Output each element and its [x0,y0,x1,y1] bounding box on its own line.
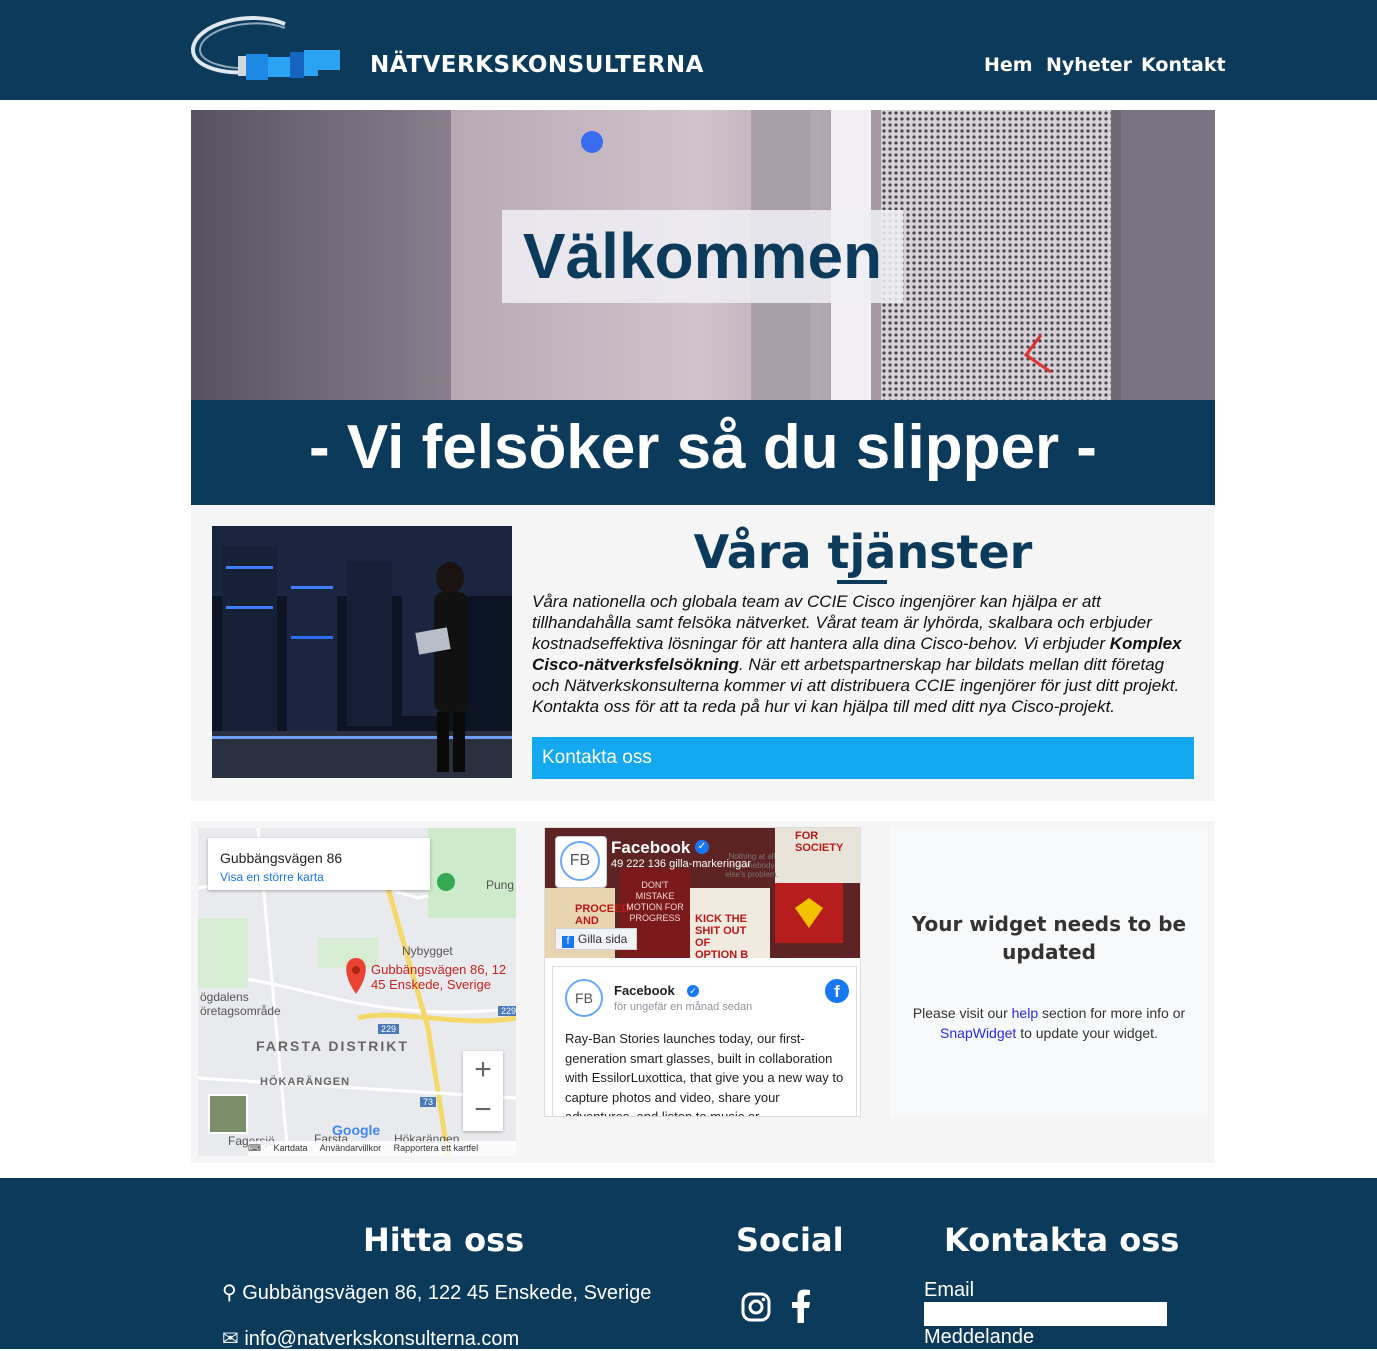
fb-post-author[interactable]: Facebook [614,983,675,998]
poster-text: PROCEED AND [575,903,630,927]
email-label: Email [924,1279,975,1301]
facebook-icon[interactable] [790,1289,812,1323]
site-footer: Hitta oss ⚲ Gubbängsvägen 86, 122 45 Ens… [0,1178,1377,1351]
services-title: Våra tjänster [693,525,1033,579]
contact-heading: Kontakta oss [944,1221,1180,1259]
snapwidget-link[interactable]: SnapWidget [940,1025,1016,1041]
fb-like-page-button[interactable]: f Gilla sida [555,928,637,950]
widget-text-part: Please visit our [912,1005,1012,1021]
verified-icon: ✓ [687,985,699,997]
fb-cover-image: PROCEED AND DON'T MISTAKE MOTION FOR PRO… [545,828,860,958]
instagram-icon[interactable] [740,1291,772,1323]
fb-like-label: Gilla sida [578,932,628,946]
contact-us-button[interactable]: Kontakta oss [532,737,1194,779]
poster-text: FOR SOCIETY [795,830,844,854]
footer-address: ⚲ Gubbängsvägen 86, 122 45 Enskede, Sver… [222,1280,651,1305]
services-description: Våra nationella och globala team av CCIE… [532,591,1196,717]
nav-news[interactable]: Nyheter [1046,54,1132,76]
widget-text-part: section for more info or [1038,1005,1186,1021]
map-label: HÖKARÄNGEN [260,1076,351,1088]
map-label: FARSTA DISTRIKT [256,1038,409,1054]
address-text: Gubbängsvägen 86, 122 45 Enskede, Sverig… [242,1282,652,1304]
datacenter-woman-photo [212,526,512,778]
fb-post-time[interactable]: för ungefär en månad sedan [614,1001,752,1013]
nav-home[interactable]: Hem [984,54,1033,76]
map-label: ögdalens [200,990,249,1004]
tagline-banner: - Vi felsöker så du slipper - [191,400,1215,505]
poster-text: KICK THE SHIT OUT OF OPTION B [695,913,749,958]
facebook-icon[interactable]: f [825,979,849,1003]
report-error-link[interactable]: Rapportera ett kartfel [394,1143,479,1153]
fb-post: FB Facebook ✓ för ungefär en månad sedan… [552,966,857,1117]
map-zoom-controls: + − [463,1051,503,1131]
facebook-icon: f [562,936,574,948]
zoom-in-button[interactable]: + [463,1051,503,1091]
map-label: Pung [486,878,515,892]
facebook-page-plugin: PROCEED AND DON'T MISTAKE MOTION FOR PRO… [544,827,861,1117]
map-attribution: ⌨ Kartdata Användarvillkor Rapportera et… [248,1141,516,1156]
road-number: 229 [498,1006,516,1016]
widget-update-text: Please visit our help section for more i… [898,1003,1200,1043]
fb-avatar[interactable]: FB [555,836,607,888]
zoom-out-button[interactable]: − [463,1091,503,1131]
help-link[interactable]: help [1012,1005,1038,1021]
road-number: 73 [420,1097,437,1107]
hero-title: Välkommen [502,210,903,303]
widget-update-title: Your widget needs to be updated [911,912,1187,964]
fb-avatar-text: FB [560,841,600,881]
social-heading: Social [736,1221,844,1259]
terms-link[interactable]: Användarvillkor [320,1143,382,1153]
map-label: öretagsområde [200,1004,281,1018]
brand-name[interactable]: NÄTVERKSKONSULTERNA [370,52,704,78]
keyboard-icon[interactable]: ⌨ [248,1143,261,1153]
nav-contact[interactable]: Kontakt [1141,54,1226,76]
widget-text-part: to update your widget. [1016,1025,1158,1041]
poster-text: DON'T MISTAKE MOTION FOR PROGRESS [626,880,684,923]
map-data-link[interactable]: Kartdata [274,1143,308,1153]
snapwidget-notice: Your widget needs to be updated Please v… [890,827,1208,1117]
fb-post-avatar[interactable]: FB [565,979,603,1017]
map-pin-label: 45 Enskede, Sverige [371,977,491,992]
map-place-name: Gubbängsvägen 86 [220,850,343,866]
top-navbar: NÄTVERKSKONSULTERNA Hem Nyheter Kontakt [0,0,1377,100]
email-input[interactable] [924,1302,1167,1326]
fb-post-text: Ray-Ban Stories launches today, our firs… [565,1031,844,1117]
envelope-icon: ✉ [222,1328,239,1350]
network-cable-logo[interactable] [190,14,342,84]
location-pin-icon: ⚲ [222,1282,237,1304]
road-number: 229 [378,1024,400,1034]
title-underline [837,580,887,584]
footer-email[interactable]: ✉ info@natverkskonsulterna.com [222,1326,519,1351]
services-text-part: Våra nationella och globala team av CCIE… [532,592,1152,653]
fb-page-name[interactable]: Facebook [611,838,690,858]
verified-icon: ✓ [695,840,709,854]
email-text[interactable]: info@natverkskonsulterna.com [244,1328,519,1350]
map-label: Nybygget [402,944,453,958]
find-us-heading: Hitta oss [363,1221,525,1259]
google-logo: Google [332,1122,381,1138]
larger-map-link[interactable]: Visa en större karta [220,870,324,884]
map-pin-label: Gubbängsvägen 86, 12 [371,962,507,977]
message-label: Meddelande [924,1326,1035,1348]
services-section: Våra tjänster Våra nationella och global… [191,505,1215,801]
widgets-section: Gubbängsvägen 86 Visa en större karta Gu… [191,821,1215,1163]
fb-likes-count: 49 222 136 gilla-markeringar [611,858,752,870]
map-place-card: Gubbängsvägen 86 Visa en större karta [208,838,430,890]
google-map[interactable]: Gubbängsvägen 86 Visa en större karta Gu… [198,828,516,1156]
